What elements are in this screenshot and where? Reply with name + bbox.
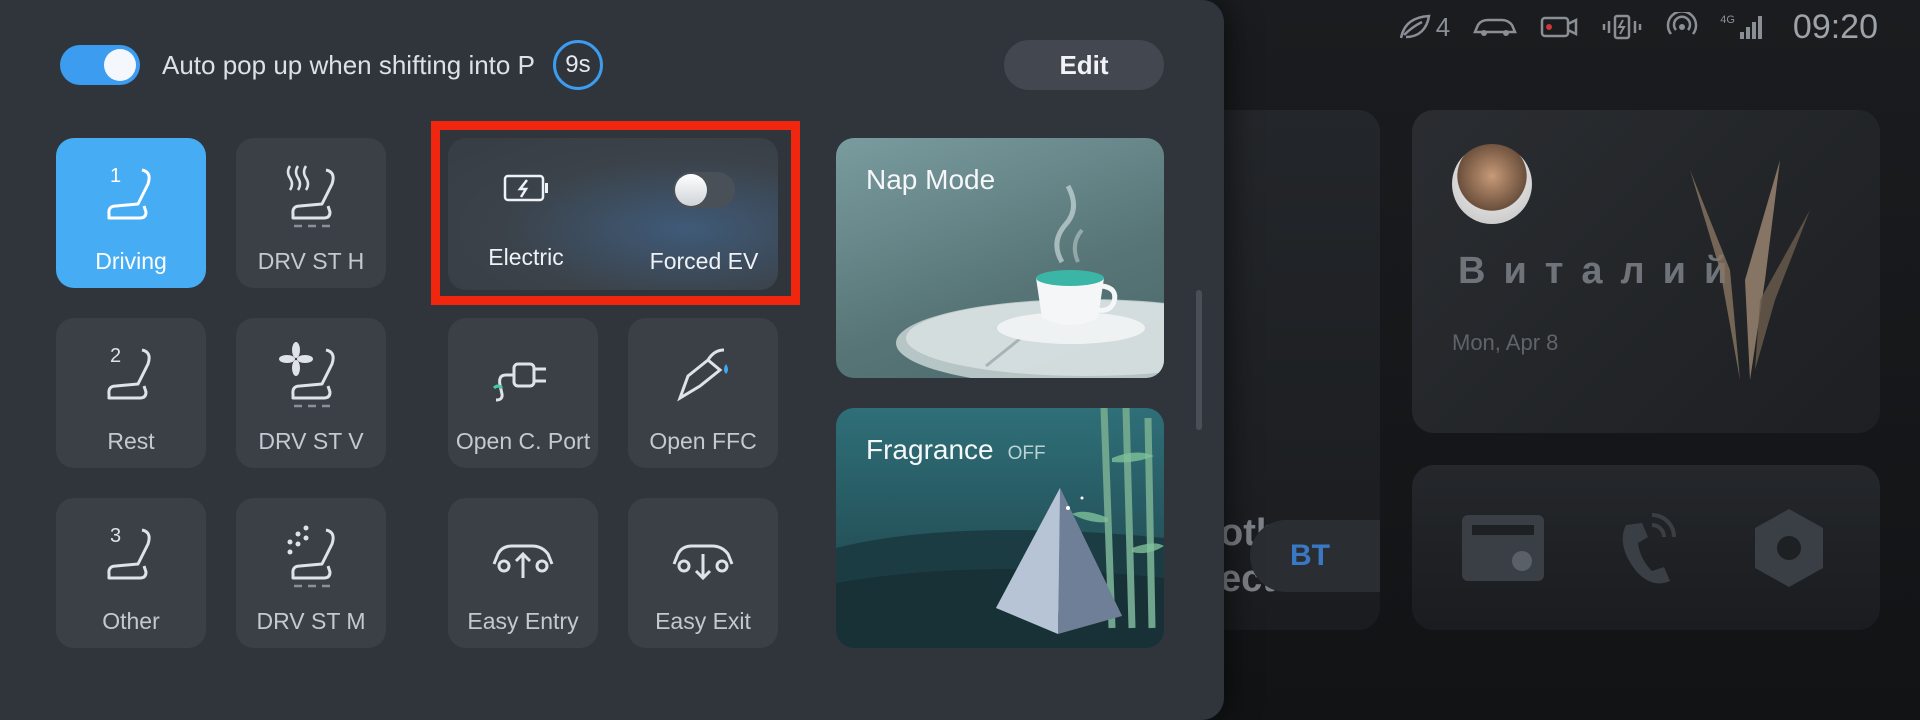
phone-app-icon[interactable] — [1603, 505, 1689, 591]
fragrance-status: OFF — [1007, 443, 1046, 464]
auto-popup-label: Auto pop up when shifting into P — [162, 49, 535, 80]
nap-mode-card[interactable]: Nap Mode — [836, 138, 1164, 378]
battery-charge-icon — [1600, 13, 1644, 41]
fuel-cap-icon — [668, 340, 738, 410]
seat-icon: 2 — [96, 340, 166, 410]
seat-mode-other[interactable]: 3 Other — [56, 498, 206, 648]
brand-logo-icon — [1690, 160, 1810, 380]
car-status-icon — [1472, 15, 1518, 39]
svg-text:3: 3 — [110, 525, 121, 547]
seat-heat-tile[interactable]: DRV ST H — [236, 138, 386, 288]
tile-label: Open FFC — [649, 428, 757, 454]
seat-icon: 3 — [96, 520, 166, 590]
user-date: Mon, Apr 8 — [1452, 330, 1559, 355]
seat-heat-icon — [276, 160, 346, 230]
tile-label: Easy Entry — [467, 608, 579, 634]
tile-label: Open C. Port — [455, 428, 591, 454]
tile-label: Easy Exit — [655, 608, 751, 634]
svg-text:1: 1 — [110, 165, 121, 187]
edit-button[interactable]: Edit — [1004, 40, 1164, 90]
tile-label: Driving — [95, 248, 167, 274]
auto-popup-toggle[interactable] — [60, 45, 140, 85]
eco-indicator: 4 — [1398, 12, 1450, 43]
status-bar: 4 4G 09:20 — [1398, 0, 1920, 54]
fragrance-card[interactable]: Fragrance OFF — [836, 408, 1164, 648]
tile-label: DRV ST M — [256, 608, 366, 634]
svg-text:2: 2 — [110, 345, 121, 367]
seat-massage-tile[interactable]: DRV ST M — [236, 498, 386, 648]
charge-plug-icon — [488, 340, 558, 410]
car-raise-icon — [488, 520, 558, 590]
dashcam-icon — [1540, 14, 1578, 40]
seat-massage-icon — [276, 520, 346, 590]
car-lower-icon — [668, 520, 738, 590]
seat-mode-rest[interactable]: 2 Rest — [56, 318, 206, 468]
settings-app-icon[interactable] — [1746, 505, 1832, 591]
eco-count: 4 — [1435, 11, 1451, 42]
network-label: 4G — [1720, 14, 1735, 26]
hotspot-icon — [1666, 12, 1698, 42]
quick-apps-card — [1412, 465, 1880, 630]
seat-vent-tile[interactable]: DRV ST V — [236, 318, 386, 468]
easy-entry-button[interactable]: Easy Entry — [448, 498, 598, 648]
tile-label: DRV ST V — [258, 428, 364, 454]
tile-label: Other — [102, 608, 160, 634]
easy-exit-button[interactable]: Easy Exit — [628, 498, 778, 648]
user-profile-card[interactable]: Виталий Mon, Apr 8 — [1412, 110, 1880, 433]
radio-app-icon[interactable] — [1460, 505, 1546, 591]
avatar[interactable] — [1452, 144, 1532, 224]
tile-label: Rest — [107, 428, 155, 454]
nap-mode-title: Nap Mode — [866, 164, 996, 195]
leaf-icon — [1399, 14, 1431, 39]
clock: 09:20 — [1792, 7, 1878, 46]
scrollbar[interactable] — [1196, 290, 1202, 430]
seat-mode-driving[interactable]: 1 Driving — [56, 138, 206, 288]
countdown-timer: 9s — [552, 40, 603, 90]
shortcut-panel: Auto pop up when shifting into P 9s Edit… — [0, 0, 1224, 720]
fragrance-title: Fragrance OFF — [866, 434, 1046, 465]
auto-popup-row: Auto pop up when shifting into P 9s — [60, 40, 603, 90]
seat-icon: 1 — [96, 160, 166, 230]
tile-label: DRV ST H — [257, 248, 365, 274]
bluetooth-connect-button[interactable]: BT — [1250, 520, 1380, 592]
open-charge-port-button[interactable]: Open C. Port — [448, 318, 598, 468]
open-fuel-cap-button[interactable]: Open FFC — [628, 318, 778, 468]
signal-icon: 4G — [1720, 14, 1763, 40]
highlight-box — [431, 121, 800, 305]
seat-vent-icon — [276, 340, 346, 410]
